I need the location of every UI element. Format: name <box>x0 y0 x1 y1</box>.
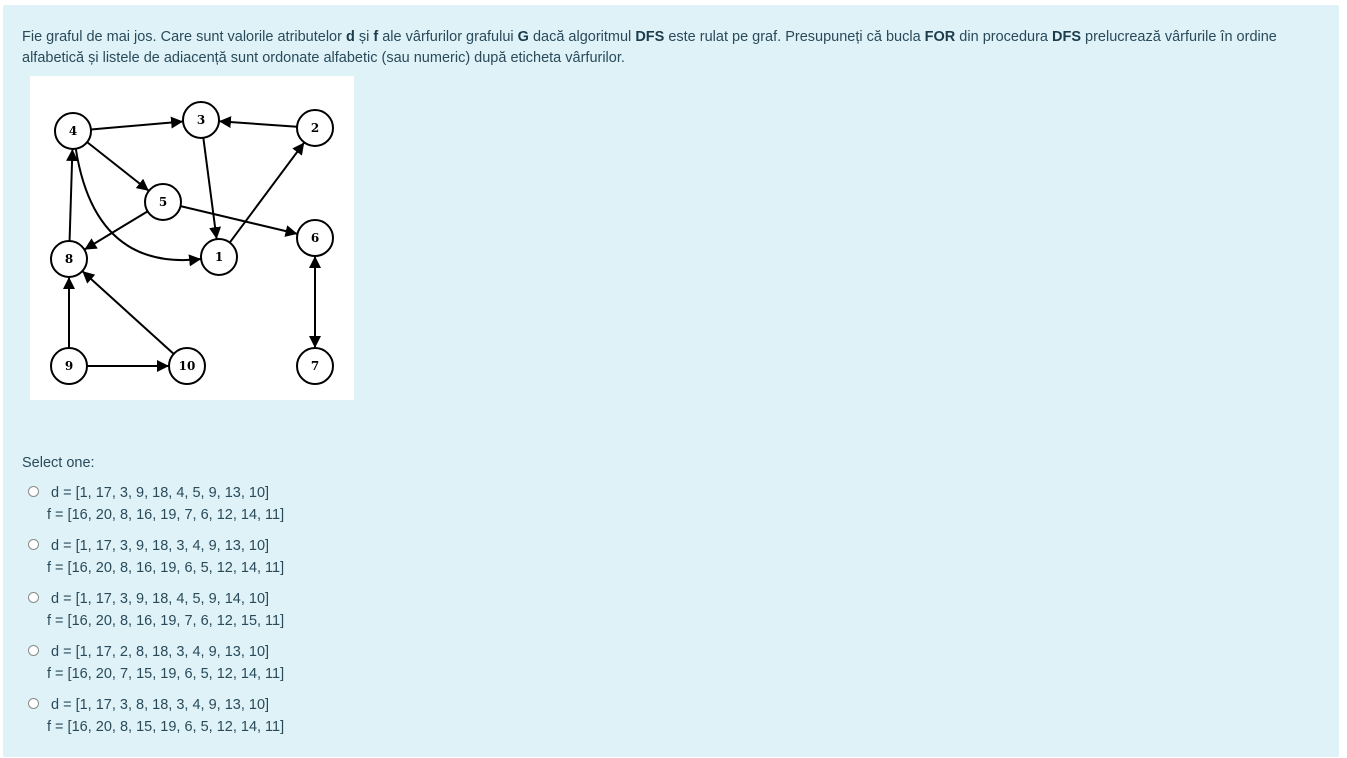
question-bold-dfs: DFS <box>1052 29 1082 45</box>
radio-button[interactable] <box>28 645 39 656</box>
node-label: 10 <box>179 359 196 373</box>
question-text-part: ale vârfurilor grafului <box>378 29 518 45</box>
question-card: Fie graful de mai jos. Care sunt valoril… <box>3 5 1339 757</box>
question-bold-dfs: DFS <box>635 29 665 45</box>
question-text-part: dacă algoritmul <box>528 29 636 45</box>
option-f-values: f = [16, 20, 8, 15, 19, 6, 5, 12, 14, 11… <box>47 719 285 735</box>
graph-node-3: 3 <box>182 101 220 139</box>
radio-button[interactable] <box>28 592 39 603</box>
option-f-values: f = [16, 20, 8, 16, 19, 6, 5, 12, 14, 11… <box>47 560 285 576</box>
question-text-part: din procedura <box>955 29 1053 45</box>
edge-3-1 <box>202 137 222 240</box>
node-label: 4 <box>69 124 77 138</box>
edge-10-8 <box>81 270 175 355</box>
node-label: 5 <box>159 195 167 209</box>
radio-button[interactable] <box>28 698 39 709</box>
question-bold-for: FOR <box>924 29 956 45</box>
edge-5-8 <box>83 210 149 251</box>
graph-node-4: 4 <box>54 112 92 150</box>
node-label: 3 <box>197 113 205 127</box>
node-label: 2 <box>311 121 319 135</box>
option-f-values: f = [16, 20, 7, 15, 19, 6, 5, 12, 14, 11… <box>47 666 285 682</box>
option-d-values: d = [1, 17, 3, 8, 18, 3, 4, 9, 13, 10] <box>51 697 270 713</box>
graph-node-10: 10 <box>168 347 206 385</box>
graph-node-1: 1 <box>200 238 238 276</box>
edge-2-3 <box>218 116 298 129</box>
question-bold-g: G <box>517 29 529 45</box>
node-label: 1 <box>215 250 223 264</box>
question-text-part: este rulat pe graf. Presupuneți că bucla <box>664 29 925 45</box>
option-d-values: d = [1, 17, 3, 9, 18, 4, 5, 9, 13, 10] <box>51 485 270 501</box>
graph-image: 1 2 3 4 5 6 7 8 9 10 <box>30 76 354 400</box>
node-label: 7 <box>311 359 319 373</box>
graph-node-6: 6 <box>296 219 334 257</box>
question-bold-d: d <box>345 29 355 45</box>
radio-button[interactable] <box>28 486 39 497</box>
edge-8-4 <box>66 148 79 242</box>
graph-node-9: 9 <box>50 347 88 385</box>
radio-button[interactable] <box>28 539 39 550</box>
option-d-values: d = [1, 17, 3, 9, 18, 4, 5, 9, 14, 10] <box>51 591 270 607</box>
edge-4-3 <box>90 116 184 131</box>
question-text: Fie graful de mai jos. Care sunt valoril… <box>22 27 1322 69</box>
edge-4-5 <box>86 141 150 192</box>
select-one-label: Select one: <box>22 455 95 471</box>
graph-node-2: 2 <box>296 109 334 147</box>
graph-svg: 1 2 3 4 5 6 7 8 9 10 <box>50 101 334 385</box>
graph-node-7: 7 <box>296 347 334 385</box>
option-f-values: f = [16, 20, 8, 16, 19, 7, 6, 12, 14, 11… <box>47 507 285 523</box>
graph-node-5: 5 <box>144 183 182 221</box>
option-d-values: d = [1, 17, 2, 8, 18, 3, 4, 9, 13, 10] <box>51 644 270 660</box>
graph-node-8: 8 <box>50 240 88 278</box>
option-f-values: f = [16, 20, 8, 16, 19, 7, 6, 12, 15, 11… <box>47 613 285 629</box>
node-label: 8 <box>65 252 73 266</box>
node-label: 9 <box>65 359 73 373</box>
question-text-part: Fie graful de mai jos. Care sunt valoril… <box>22 29 346 45</box>
question-text-part: și <box>354 29 374 45</box>
option-d-values: d = [1, 17, 3, 9, 18, 3, 4, 9, 13, 10] <box>51 538 270 554</box>
node-label: 6 <box>311 231 319 245</box>
